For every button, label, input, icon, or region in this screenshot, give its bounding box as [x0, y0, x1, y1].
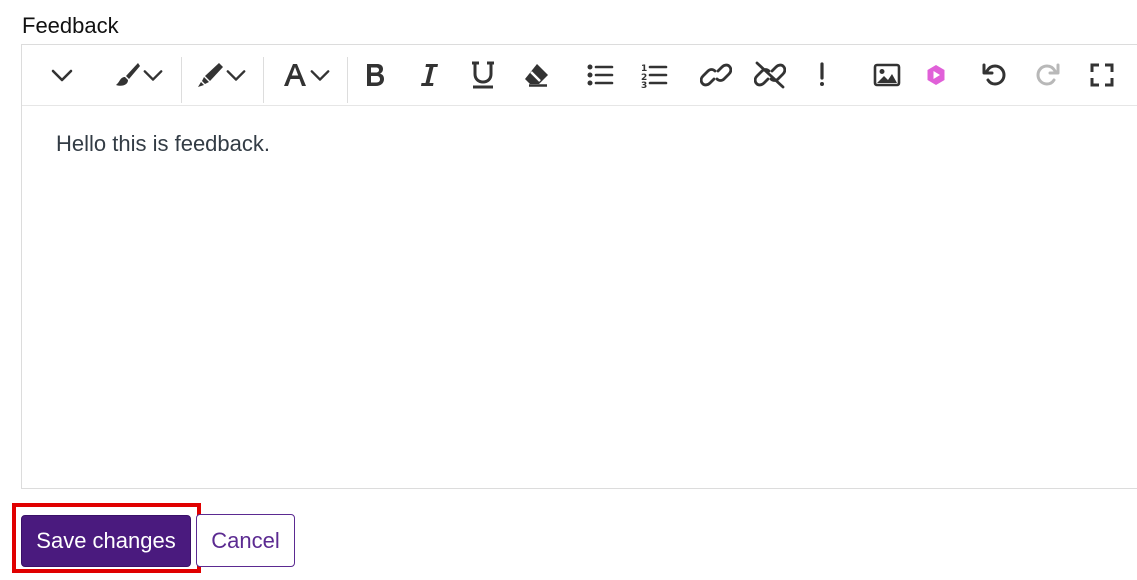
feedback-label: Feedback — [22, 13, 119, 38]
rich-text-editor: 1 2 3 Hello this is feedback. — [21, 44, 1137, 489]
collapse-chevron-icon[interactable] — [44, 59, 80, 91]
redo-icon[interactable] — [1032, 59, 1064, 91]
font-color-dropdown-button[interactable] — [276, 59, 336, 91]
undo-icon[interactable] — [978, 59, 1010, 91]
toolbar-separator — [347, 57, 348, 103]
link-icon[interactable] — [699, 59, 733, 91]
font-color-icon — [281, 60, 309, 90]
italic-icon[interactable] — [414, 59, 444, 91]
editor-toolbar: 1 2 3 — [22, 45, 1137, 106]
chevron-down-icon — [142, 64, 164, 86]
eraser-icon[interactable] — [520, 59, 552, 91]
fullscreen-icon[interactable] — [1086, 59, 1118, 91]
numbered-list-icon[interactable]: 1 2 3 — [638, 59, 670, 91]
chevron-down-icon — [309, 64, 331, 86]
toolbar-separator — [181, 57, 182, 103]
media-icon[interactable] — [922, 59, 950, 91]
highlighter-icon — [195, 60, 225, 90]
unlink-icon[interactable] — [753, 59, 787, 91]
underline-icon[interactable] — [467, 59, 499, 91]
svg-text:3: 3 — [641, 81, 647, 88]
paintbrush-dropdown-button[interactable] — [108, 59, 168, 91]
chevron-down-icon — [225, 64, 247, 86]
toolbar-separator — [263, 57, 264, 103]
editor-content[interactable]: Hello this is feedback. — [56, 129, 270, 159]
bold-icon[interactable] — [360, 59, 390, 91]
cancel-button[interactable]: Cancel — [196, 514, 295, 567]
image-icon[interactable] — [871, 59, 903, 91]
highlighter-dropdown-button[interactable] — [190, 59, 252, 91]
bullet-list-icon[interactable] — [584, 59, 616, 91]
exclamation-icon[interactable] — [812, 59, 832, 91]
save-changes-button[interactable]: Save changes — [21, 515, 191, 567]
paintbrush-icon — [112, 60, 142, 90]
